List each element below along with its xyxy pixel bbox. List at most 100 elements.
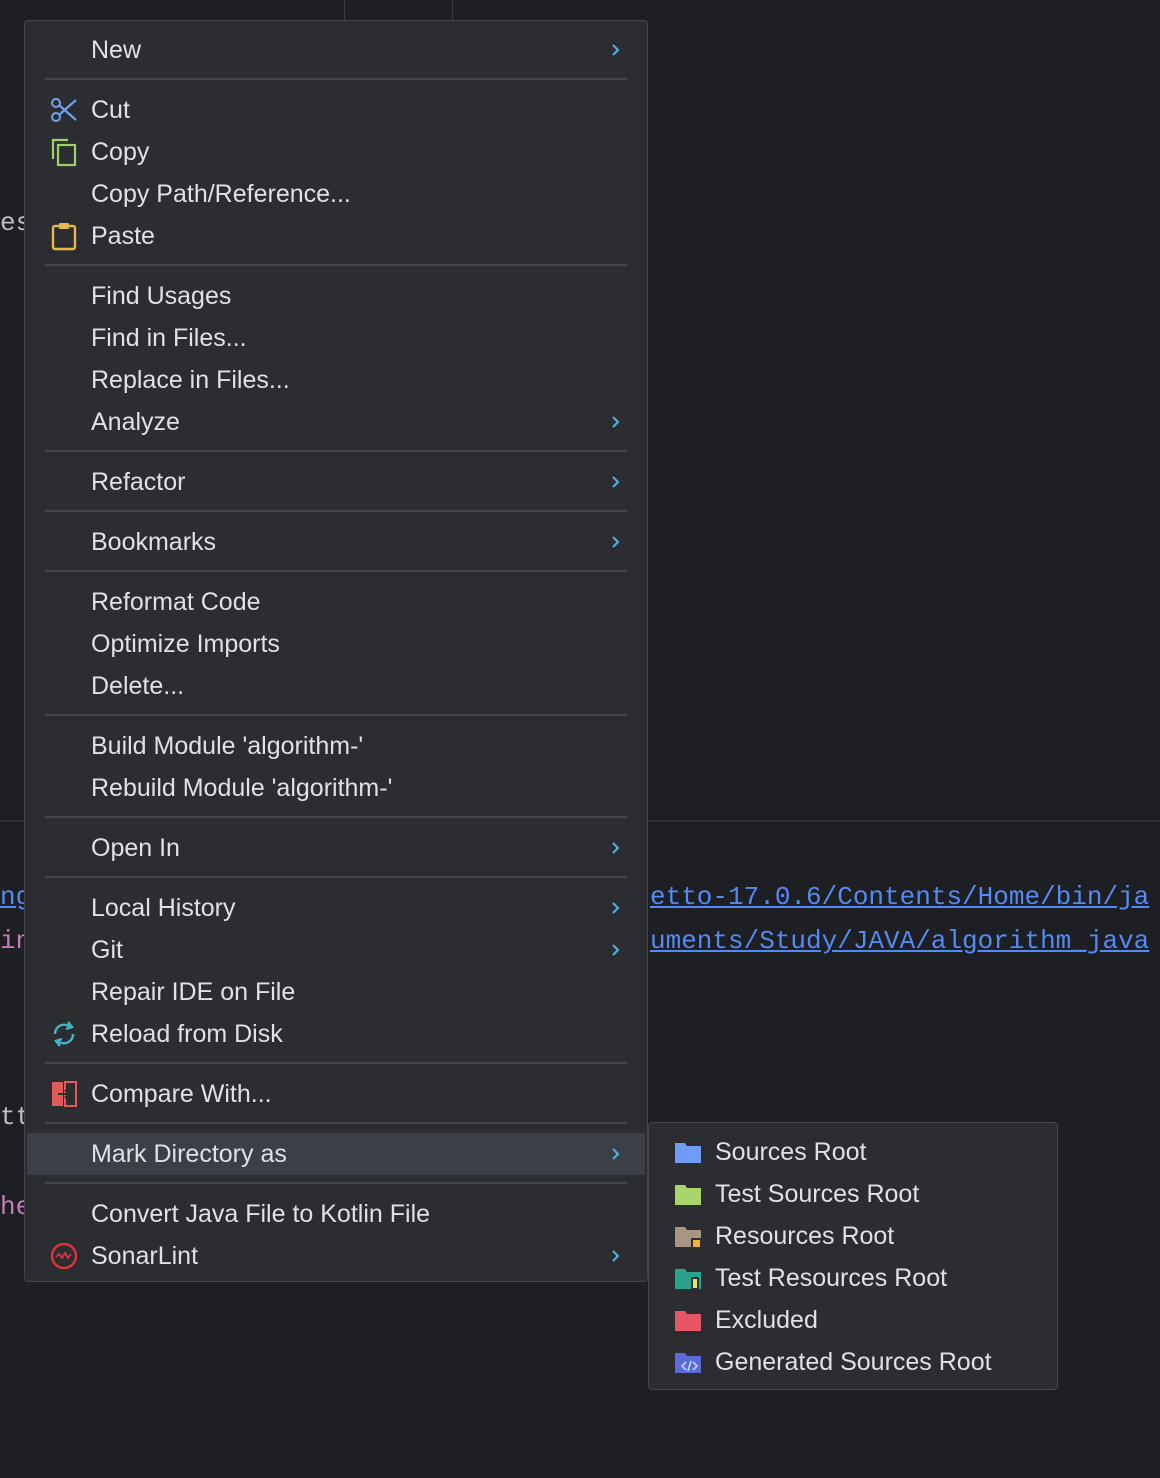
- submenu-item-test-resources-root[interactable]: Test Resources Root: [649, 1257, 1057, 1299]
- excluded-folder-icon: [675, 1311, 701, 1331]
- menu-item-label: Find Usages: [91, 281, 232, 310]
- sonarlint-icon: [50, 1242, 78, 1270]
- menu-item-label: Analyze: [91, 407, 180, 436]
- chevron-right-icon: [612, 536, 620, 548]
- chevron-right-icon: [612, 1148, 620, 1160]
- menu-item-label: Refactor: [91, 467, 186, 496]
- menu-item-reload-from-disk[interactable]: Reload from Disk: [27, 1013, 645, 1055]
- menu-separator: [45, 876, 627, 878]
- menu-separator: [45, 1062, 627, 1064]
- menu-item-label: SonarLint: [91, 1241, 199, 1270]
- generated-sources-root-folder-icon: [675, 1353, 701, 1373]
- menu-separator: [45, 264, 627, 266]
- compare-icon: [52, 1081, 77, 1107]
- menu-item-build-module[interactable]: Build Module 'algorithm-': [27, 725, 645, 767]
- menu-item-cut[interactable]: Cut: [27, 89, 645, 131]
- chevron-right-icon: [612, 44, 620, 56]
- submenu-item-label: Test Sources Root: [715, 1180, 920, 1208]
- menu-item-compare-with[interactable]: Compare With...: [27, 1073, 645, 1115]
- scissors-icon: [51, 98, 77, 122]
- menu-item-label: Open In: [91, 833, 180, 862]
- menu-item-open-in[interactable]: Open In: [27, 827, 645, 869]
- chevron-right-icon: [612, 416, 620, 428]
- menu-item-new[interactable]: New: [27, 29, 645, 71]
- menu-separator: [45, 714, 627, 716]
- menu-item-find-usages[interactable]: Find Usages: [27, 275, 645, 317]
- menu-item-replace-in-files[interactable]: Replace in Files...: [27, 359, 645, 401]
- menu-item-label: Git: [91, 935, 123, 964]
- submenu-item-test-sources-root[interactable]: Test Sources Root: [649, 1173, 1057, 1215]
- menu-item-label: Build Module 'algorithm-': [91, 731, 364, 760]
- submenu-item-resources-root[interactable]: Resources Root: [649, 1215, 1057, 1257]
- chevron-right-icon: [612, 902, 620, 914]
- menu-item-label: Optimize Imports: [91, 629, 280, 658]
- menu-item-copy-path[interactable]: Copy Path/Reference...: [27, 173, 645, 215]
- menu-item-label: Cut: [91, 95, 130, 124]
- chevron-right-icon: [612, 1250, 620, 1262]
- menu-item-label: Local History: [91, 893, 236, 922]
- menu-item-label: Copy: [91, 137, 150, 166]
- submenu-item-generated-sources-root[interactable]: Generated Sources Root: [649, 1341, 1057, 1383]
- menu-item-label: Reformat Code: [91, 587, 261, 616]
- submenu-item-label: Sources Root: [715, 1138, 867, 1166]
- tab-divider: [344, 0, 345, 20]
- menu-item-rebuild-module[interactable]: Rebuild Module 'algorithm-': [27, 767, 645, 809]
- menu-item-sonarlint[interactable]: SonarLint: [27, 1235, 645, 1277]
- menu-item-label: Rebuild Module 'algorithm-': [91, 773, 393, 802]
- menu-separator: [45, 450, 627, 452]
- resources-root-folder-icon: [675, 1227, 701, 1248]
- menu-separator: [45, 1182, 627, 1184]
- reload-icon: [53, 1021, 75, 1047]
- menu-item-git[interactable]: Git: [27, 929, 645, 971]
- chevron-right-icon: [612, 476, 620, 488]
- menu-item-repair-ide[interactable]: Repair IDE on File: [27, 971, 645, 1013]
- console-path-link[interactable]: etto-17.0.6/Contents/Home/bin/ja: [650, 882, 1149, 912]
- context-menu: New Cut Copy Copy Path/Reference... Past…: [24, 20, 648, 1282]
- sources-root-folder-icon: [675, 1143, 701, 1163]
- menu-item-analyze[interactable]: Analyze: [27, 401, 645, 443]
- submenu-item-sources-root[interactable]: Sources Root: [649, 1131, 1057, 1173]
- submenu-item-label: Excluded: [715, 1306, 818, 1334]
- menu-separator: [45, 510, 627, 512]
- menu-item-label: Replace in Files...: [91, 365, 290, 394]
- menu-item-label: Delete...: [91, 671, 185, 700]
- clipboard-icon: [51, 223, 77, 251]
- menu-item-paste[interactable]: Paste: [27, 215, 645, 257]
- mark-directory-submenu: Sources Root Test Sources Root Resources…: [648, 1122, 1058, 1390]
- menu-item-label: New: [91, 35, 142, 64]
- test-sources-root-folder-icon: [675, 1185, 701, 1205]
- menu-item-label: Repair IDE on File: [91, 977, 296, 1006]
- menu-item-convert-to-kotlin[interactable]: Convert Java File to Kotlin File: [27, 1193, 645, 1235]
- menu-item-label: Compare With...: [91, 1079, 272, 1108]
- chevron-right-icon: [612, 944, 620, 956]
- menu-item-copy[interactable]: Copy: [27, 131, 645, 173]
- menu-separator: [45, 78, 627, 80]
- menu-item-find-in-files[interactable]: Find in Files...: [27, 317, 645, 359]
- menu-separator: [45, 816, 627, 818]
- menu-item-label: Copy Path/Reference...: [91, 179, 351, 208]
- menu-item-local-history[interactable]: Local History: [27, 887, 645, 929]
- menu-item-refactor[interactable]: Refactor: [27, 461, 645, 503]
- submenu-item-label: Generated Sources Root: [715, 1348, 992, 1376]
- submenu-item-label: Resources Root: [715, 1222, 895, 1250]
- menu-item-optimize-imports[interactable]: Optimize Imports: [27, 623, 645, 665]
- console-path-link[interactable]: uments/Study/JAVA/algorithm_java: [650, 926, 1149, 956]
- tab-divider: [452, 0, 453, 20]
- test-resources-root-folder-icon: [675, 1269, 701, 1290]
- menu-item-label: Find in Files...: [91, 323, 247, 352]
- menu-item-reformat-code[interactable]: Reformat Code: [27, 581, 645, 623]
- submenu-item-excluded[interactable]: Excluded: [649, 1299, 1057, 1341]
- menu-item-label: Mark Directory as: [91, 1139, 287, 1168]
- menu-item-label: Paste: [91, 221, 155, 250]
- menu-item-mark-directory-as[interactable]: Mark Directory as: [27, 1133, 645, 1175]
- menu-item-delete[interactable]: Delete...: [27, 665, 645, 707]
- copy-icon: [51, 138, 77, 167]
- menu-item-label: Convert Java File to Kotlin File: [91, 1199, 431, 1228]
- menu-item-label: Reload from Disk: [91, 1019, 283, 1048]
- submenu-item-label: Test Resources Root: [715, 1264, 948, 1292]
- menu-item-bookmarks[interactable]: Bookmarks: [27, 521, 645, 563]
- menu-separator: [45, 570, 627, 572]
- chevron-right-icon: [612, 842, 620, 854]
- menu-item-label: Bookmarks: [91, 527, 217, 556]
- menu-separator: [45, 1122, 627, 1124]
